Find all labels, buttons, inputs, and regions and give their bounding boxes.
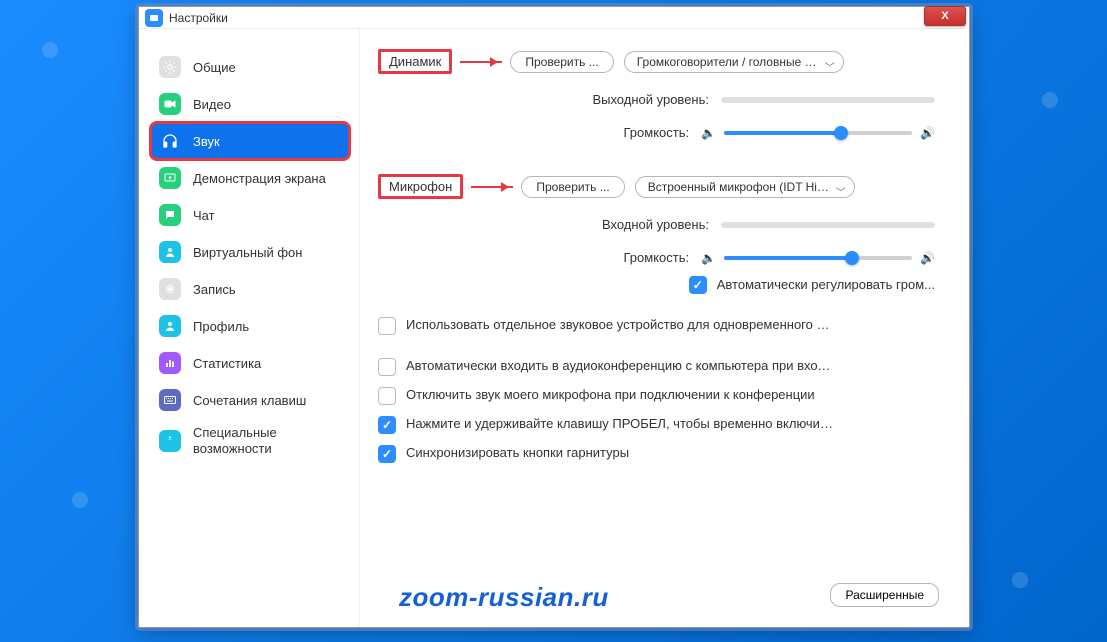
- sidebar-item-label: Звук: [193, 134, 220, 149]
- output-level-label: Выходной уровень:: [592, 92, 709, 107]
- keyboard-icon: [159, 389, 181, 411]
- titlebar: Настройки X: [139, 7, 969, 29]
- sidebar-item-label: Видео: [193, 97, 231, 112]
- option-label: Нажмите и удерживайте клавишу ПРОБЕЛ, чт…: [406, 415, 836, 433]
- test-speaker-button[interactable]: Проверить ...: [510, 51, 613, 73]
- accessibility-icon: [159, 430, 181, 452]
- mic-volume-label: Громкость:: [623, 250, 689, 265]
- speaker-high-icon: 🔊: [920, 126, 935, 140]
- sidebar-item-label: Статистика: [193, 356, 261, 371]
- mic-device-select[interactable]: Встроенный микрофон (IDT Hig... ﹀: [635, 176, 855, 198]
- input-level-label: Входной уровень:: [602, 217, 709, 232]
- input-level-meter: [721, 222, 935, 228]
- advanced-button[interactable]: Расширенные: [830, 583, 939, 607]
- option-label: Отключить звук моего микрофона при подкл…: [406, 386, 815, 404]
- audio-settings-panel: Динамик Проверить ... Громкоговорители /…: [359, 29, 969, 627]
- sidebar-item-label: Запись: [193, 282, 236, 297]
- share-screen-icon: [159, 167, 181, 189]
- sidebar-item-video[interactable]: Видео: [151, 86, 349, 122]
- sidebar-item-accessibility[interactable]: Специальные возможности: [151, 419, 349, 462]
- person-icon: [159, 241, 181, 263]
- speaker-low-icon: 🔈: [701, 126, 716, 140]
- option-checkbox-4[interactable]: [378, 445, 396, 463]
- sidebar: Общие Видео Звук Демонстрация экрана: [139, 29, 359, 627]
- speaker-volume-label: Громкость:: [623, 125, 689, 140]
- sidebar-item-label: Специальные возможности: [193, 425, 341, 456]
- speaker-section-label: Динамик: [378, 49, 452, 74]
- sidebar-item-stats[interactable]: Статистика: [151, 345, 349, 381]
- sidebar-item-recording[interactable]: Запись: [151, 271, 349, 307]
- auto-adjust-label: Автоматически регулировать гром...: [717, 277, 935, 292]
- gear-icon: [159, 56, 181, 78]
- sidebar-item-audio[interactable]: Звук: [151, 123, 349, 159]
- sidebar-item-label: Виртуальный фон: [193, 245, 302, 260]
- record-icon: [159, 278, 181, 300]
- option-label: Автоматически входить в аудиоконференцию…: [406, 357, 836, 375]
- sidebar-item-share[interactable]: Демонстрация экрана: [151, 160, 349, 196]
- sidebar-item-general[interactable]: Общие: [151, 49, 349, 85]
- sidebar-item-shortcuts[interactable]: Сочетания клавиш: [151, 382, 349, 418]
- window-title: Настройки: [169, 11, 228, 25]
- sidebar-item-label: Чат: [193, 208, 215, 223]
- mic-high-icon: 🔊: [920, 251, 935, 265]
- output-level-meter: [721, 97, 935, 103]
- sidebar-item-profile[interactable]: Профиль: [151, 308, 349, 344]
- option-checkbox-0[interactable]: [378, 317, 396, 335]
- auto-adjust-checkbox[interactable]: [689, 276, 707, 294]
- sidebar-item-label: Общие: [193, 60, 236, 75]
- option-checkbox-2[interactable]: [378, 387, 396, 405]
- chat-icon: [159, 204, 181, 226]
- chevron-down-icon: ﹀: [836, 184, 846, 198]
- option-checkbox-3[interactable]: [378, 416, 396, 434]
- option-label: Использовать отдельное звуковое устройст…: [406, 316, 836, 334]
- sidebar-item-label: Профиль: [193, 319, 249, 334]
- speaker-device-value: Громкоговорители / головные т...: [637, 55, 819, 69]
- test-mic-button[interactable]: Проверить ...: [521, 176, 624, 198]
- option-checkbox-1[interactable]: [378, 358, 396, 376]
- sidebar-item-label: Сочетания клавиш: [193, 393, 306, 408]
- headphones-icon: [159, 130, 181, 152]
- zoom-app-icon: [145, 9, 163, 27]
- settings-window: Настройки X Общие Видео Зв: [138, 6, 970, 628]
- speaker-device-select[interactable]: Громкоговорители / головные т... ﹀: [624, 51, 844, 73]
- close-button[interactable]: X: [924, 6, 966, 26]
- mic-volume-slider[interactable]: [724, 256, 912, 260]
- mic-section-label: Микрофон: [378, 174, 463, 199]
- speaker-volume-slider[interactable]: [724, 131, 912, 135]
- annotation-arrow-icon: [460, 61, 502, 63]
- sidebar-item-chat[interactable]: Чат: [151, 197, 349, 233]
- profile-icon: [159, 315, 181, 337]
- option-label: Синхронизировать кнопки гарнитуры: [406, 444, 629, 462]
- mic-low-icon: 🔈: [701, 251, 716, 265]
- close-icon: X: [941, 10, 948, 22]
- watermark: zoom-russian.ru: [399, 582, 609, 613]
- sidebar-item-label: Демонстрация экрана: [193, 171, 326, 186]
- chevron-down-icon: ﹀: [825, 59, 835, 73]
- stats-icon: [159, 352, 181, 374]
- annotation-arrow-icon: [471, 186, 513, 188]
- sidebar-item-vbg[interactable]: Виртуальный фон: [151, 234, 349, 270]
- video-icon: [159, 93, 181, 115]
- mic-device-value: Встроенный микрофон (IDT Hig...: [648, 180, 834, 194]
